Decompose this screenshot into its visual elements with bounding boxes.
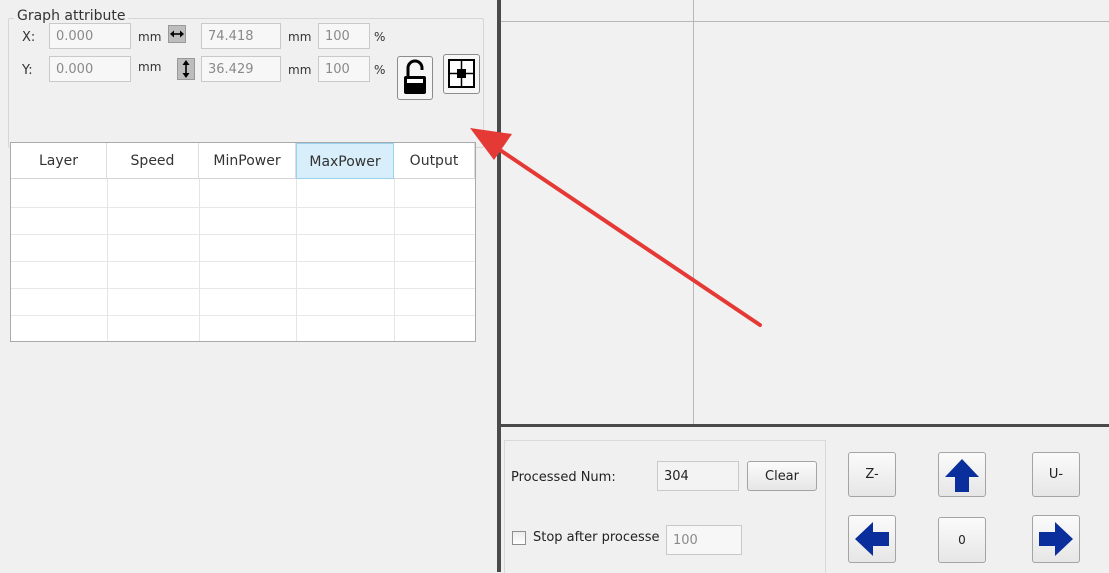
- home-zero-button[interactable]: 0: [938, 517, 986, 563]
- y-label: Y:: [22, 63, 33, 78]
- processed-num-field[interactable]: [657, 461, 739, 491]
- table-col-line: [394, 179, 395, 341]
- arrow-left-icon: [855, 522, 889, 556]
- move-up-button[interactable]: [938, 452, 986, 497]
- column-header-layer[interactable]: Layer: [11, 143, 107, 179]
- column-header-maxpower[interactable]: MaxPower: [296, 143, 394, 179]
- height-field[interactable]: [201, 56, 281, 82]
- lock-ratio-button[interactable]: [397, 56, 433, 100]
- padlock-icon: [404, 59, 426, 94]
- x-unit: mm: [138, 30, 162, 44]
- move-right-button[interactable]: [1032, 515, 1080, 563]
- stop-after-process-checkbox[interactable]: [512, 531, 526, 545]
- width-field[interactable]: [201, 23, 281, 49]
- table-row-line: [11, 315, 475, 316]
- process-group: [504, 440, 826, 573]
- z-minus-button[interactable]: Z-: [848, 452, 896, 497]
- table-row-line: [11, 288, 475, 289]
- canvas-guide-horizontal: [501, 21, 1109, 22]
- horizontal-arrows-icon: [168, 25, 186, 43]
- y-unit: mm: [138, 60, 162, 74]
- stop-count-field[interactable]: [666, 525, 742, 555]
- table-col-line: [296, 179, 297, 341]
- layer-table[interactable]: Layer Speed MinPower MaxPower Output: [10, 142, 476, 342]
- center-align-button[interactable]: [443, 54, 480, 94]
- vertical-arrows-icon: [177, 58, 195, 80]
- clear-button[interactable]: Clear: [747, 461, 817, 491]
- arrow-up-icon: [945, 458, 979, 492]
- height-percent-sign: %: [374, 63, 386, 77]
- table-row-line: [11, 234, 475, 235]
- height-percent-field[interactable]: [318, 56, 370, 82]
- column-header-speed[interactable]: Speed: [107, 143, 199, 179]
- x-label: X:: [22, 30, 36, 45]
- stop-after-process-label: Stop after processe: [533, 530, 660, 545]
- table-col-line: [199, 179, 200, 341]
- height-unit: mm: [288, 63, 312, 77]
- center-grid-icon: [448, 59, 475, 88]
- processed-num-label: Processed Num:: [511, 470, 616, 485]
- graph-attribute-title: Graph attribute: [14, 8, 129, 24]
- arrow-right-icon: [1039, 522, 1073, 556]
- width-unit: mm: [288, 30, 312, 44]
- move-left-button[interactable]: [848, 515, 896, 563]
- width-percent-field[interactable]: [318, 23, 370, 49]
- table-row-line: [11, 207, 475, 208]
- column-header-minpower[interactable]: MinPower: [199, 143, 296, 179]
- red-arrow-icon: [470, 128, 762, 327]
- table-row-line: [11, 261, 475, 262]
- x-position-field[interactable]: [49, 23, 131, 49]
- table-col-line: [107, 179, 108, 341]
- u-minus-button[interactable]: U-: [1032, 452, 1080, 497]
- y-position-field[interactable]: [49, 56, 131, 82]
- width-percent-sign: %: [374, 30, 386, 44]
